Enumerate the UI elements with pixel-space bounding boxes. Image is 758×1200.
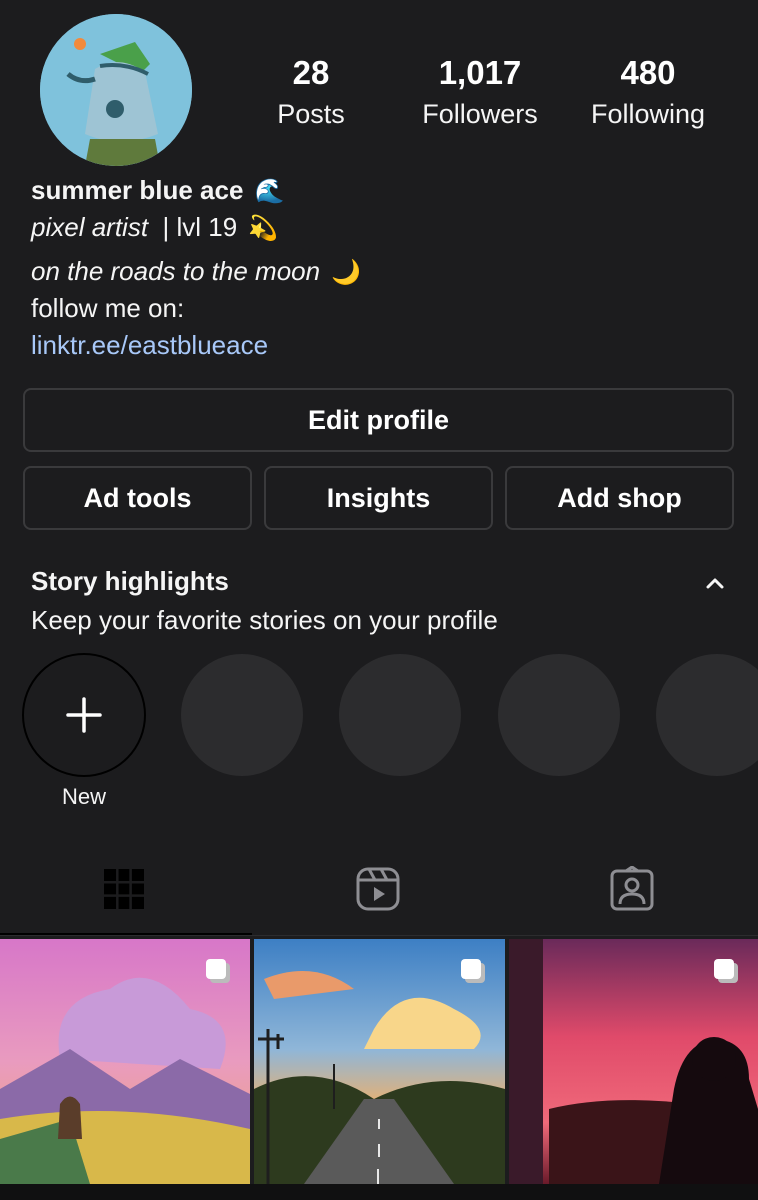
followers-stat[interactable]: 1,017 Followers	[405, 52, 555, 134]
following-label: Following	[590, 99, 706, 129]
posts-stat[interactable]: 28 Posts	[236, 52, 386, 134]
tagline-text: on the roads to the moon	[31, 256, 321, 286]
multi-post-icon	[461, 959, 485, 983]
insights-button[interactable]: Insights	[264, 466, 493, 530]
highlights-subtitle: Keep your favorite stories on your profi…	[31, 605, 498, 635]
highlight-placeholder	[656, 654, 758, 776]
highlight-placeholder	[339, 654, 461, 776]
wave-emoji: 🌊	[254, 178, 285, 205]
profile-name-text: summer blue ace	[31, 175, 244, 205]
followers-count: 1,017	[438, 54, 522, 91]
new-highlight-button[interactable]	[22, 653, 146, 777]
profile-tagline: on the roads to the moon 🌙	[31, 256, 361, 287]
tab-divider	[0, 935, 758, 936]
bottom-bar	[0, 1184, 758, 1200]
following-count: 480	[620, 54, 676, 91]
post-thumbnail[interactable]	[254, 939, 505, 1184]
role-title: pixel artist	[31, 212, 149, 242]
posts-label: Posts	[277, 99, 345, 129]
tagged-icon[interactable]	[609, 866, 655, 912]
multi-post-icon	[714, 959, 738, 983]
profile-role: pixel artist | lvl 19 💫	[31, 212, 278, 243]
highlight-placeholder	[181, 654, 303, 776]
profile-link[interactable]: linktr.ee/eastblueace	[31, 330, 268, 361]
dizzy-emoji: 💫	[248, 215, 279, 242]
following-stat[interactable]: 480 Following	[573, 52, 723, 134]
moon-emoji: 🌙	[331, 259, 362, 286]
plus-icon	[66, 697, 102, 733]
role-level: | lvl 19	[148, 212, 238, 242]
profile-avatar[interactable]	[40, 14, 192, 166]
post-thumbnail[interactable]	[0, 939, 250, 1184]
followers-label: Followers	[422, 99, 538, 129]
post-thumbnail[interactable]	[509, 939, 758, 1184]
grid-icon[interactable]	[101, 866, 147, 912]
posts-count: 28	[292, 54, 330, 91]
profile-name: summer blue ace 🌊	[31, 175, 285, 206]
highlights-title: Story highlights	[31, 566, 229, 596]
ad-tools-button[interactable]: Ad tools	[23, 466, 252, 530]
edit-profile-button[interactable]: Edit profile	[23, 388, 734, 452]
new-highlight-label: New	[61, 784, 106, 809]
multi-post-icon	[206, 959, 230, 983]
chevron-up-icon[interactable]	[700, 568, 730, 598]
highlight-placeholder	[498, 654, 620, 776]
reels-icon[interactable]	[355, 866, 401, 912]
profile-follow-text: follow me on:	[31, 293, 185, 323]
add-shop-button[interactable]: Add shop	[505, 466, 734, 530]
